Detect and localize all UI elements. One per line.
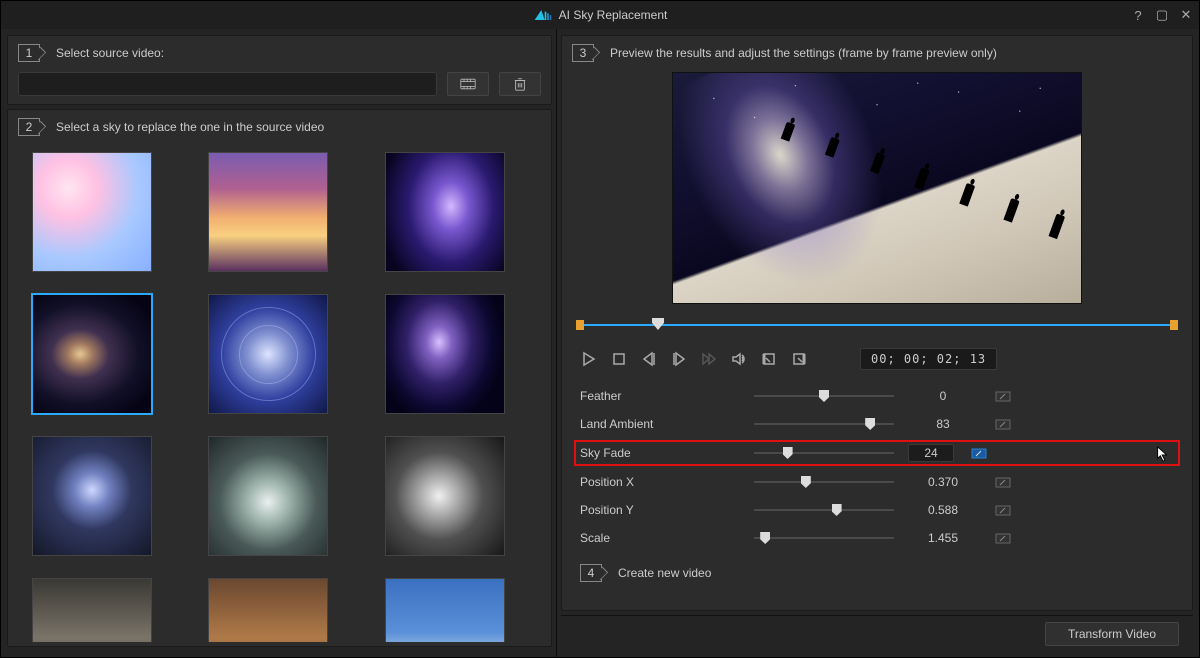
step4-label: Create new video (618, 566, 711, 580)
reset-icon[interactable] (992, 388, 1014, 404)
reset-icon[interactable] (992, 530, 1014, 546)
sky-thumb[interactable] (385, 294, 505, 414)
param-label: Land Ambient (580, 417, 740, 431)
mark-in-button[interactable] (760, 350, 778, 368)
parameters: Feather 0 Land Ambient 83 Sky Fade 24 (572, 388, 1182, 546)
param-label: Sky Fade (580, 446, 740, 460)
step3-label: Preview the results and adjust the setti… (610, 46, 997, 60)
feather-slider[interactable] (754, 389, 894, 403)
titlebar: AI Sky Replacement ? ▢ ✕ (1, 1, 1199, 29)
param-label: Scale (580, 531, 740, 545)
fast-forward-button[interactable] (700, 350, 718, 368)
reset-icon[interactable] (968, 445, 990, 461)
position-y-slider[interactable] (754, 503, 894, 517)
sky-thumb[interactable] (208, 436, 328, 556)
reset-icon[interactable] (992, 502, 1014, 518)
timeline[interactable] (572, 318, 1182, 332)
step4-header: 4 Create new video (580, 564, 1182, 582)
delete-button[interactable] (499, 72, 541, 96)
timeline-playhead[interactable] (652, 318, 664, 330)
step4-number: 4 (580, 564, 602, 582)
sky-thumb[interactable] (32, 436, 152, 556)
trash-icon (512, 77, 528, 91)
land-ambient-slider[interactable] (754, 417, 894, 431)
param-scale: Scale 1.455 (580, 530, 1174, 546)
reset-icon[interactable] (992, 416, 1014, 432)
sky-thumb[interactable] (385, 578, 505, 642)
sky-thumb[interactable] (32, 152, 152, 272)
position-x-value[interactable]: 0.370 (908, 475, 978, 489)
sky-thumb-selected[interactable] (32, 294, 152, 414)
step1-number: 1 (18, 44, 40, 62)
param-feather: Feather 0 (580, 388, 1174, 404)
param-land-ambient: Land Ambient 83 (580, 416, 1174, 432)
param-label: Feather (580, 389, 740, 403)
window-title: AI Sky Replacement (559, 8, 668, 22)
param-position-x: Position X 0.370 (580, 474, 1174, 490)
step1-label: Select source video: (56, 46, 164, 60)
step3-section: 3 Preview the results and adjust the set… (561, 35, 1193, 611)
next-frame-button[interactable] (670, 350, 688, 368)
sky-fade-value[interactable]: 24 (908, 444, 954, 462)
mark-out-button[interactable] (790, 350, 808, 368)
step3-number: 3 (572, 44, 594, 62)
sky-thumb[interactable] (208, 294, 328, 414)
sky-gallery[interactable] (18, 146, 541, 642)
timeline-in-point[interactable] (576, 320, 584, 330)
land-ambient-value[interactable]: 83 (908, 417, 978, 431)
param-position-y: Position Y 0.588 (580, 502, 1174, 518)
sky-thumb[interactable] (208, 578, 328, 642)
param-label: Position Y (580, 503, 740, 517)
param-sky-fade: Sky Fade 24 (574, 440, 1180, 466)
step2-label: Select a sky to replace the one in the s… (56, 120, 324, 134)
source-video-input[interactable] (18, 72, 437, 96)
step2-section: 2 Select a sky to replace the one in the… (7, 109, 552, 647)
step1-section: 1 Select source video: (7, 35, 552, 105)
position-y-value[interactable]: 0.588 (908, 503, 978, 517)
audio-button[interactable] (730, 350, 748, 368)
playback-controls: 00; 00; 02; 13 (572, 348, 1182, 370)
filmstrip-icon (460, 77, 476, 91)
close-icon[interactable]: ✕ (1179, 7, 1193, 23)
timecode[interactable]: 00; 00; 02; 13 (860, 348, 997, 370)
import-media-button[interactable] (447, 72, 489, 96)
help-icon[interactable]: ? (1131, 8, 1145, 23)
timeline-out-point[interactable] (1170, 320, 1178, 330)
transform-video-button[interactable]: Transform Video (1045, 622, 1179, 646)
sky-thumb[interactable] (385, 152, 505, 272)
step2-number: 2 (18, 118, 40, 136)
app-logo-icon (533, 8, 553, 22)
sky-fade-slider[interactable] (754, 446, 894, 460)
scale-value[interactable]: 1.455 (908, 531, 978, 545)
param-label: Position X (580, 475, 740, 489)
sky-thumb[interactable] (208, 152, 328, 272)
footer: Transform Video (561, 615, 1193, 651)
preview-image (672, 72, 1082, 304)
position-x-slider[interactable] (754, 475, 894, 489)
sky-thumb[interactable] (32, 578, 152, 642)
stop-button[interactable] (610, 350, 628, 368)
maximize-icon[interactable]: ▢ (1155, 7, 1169, 23)
scale-slider[interactable] (754, 531, 894, 545)
feather-value[interactable]: 0 (908, 389, 978, 403)
prev-frame-button[interactable] (640, 350, 658, 368)
sky-thumb[interactable] (385, 436, 505, 556)
play-button[interactable] (580, 350, 598, 368)
cursor-icon (1156, 446, 1170, 462)
reset-icon[interactable] (992, 474, 1014, 490)
